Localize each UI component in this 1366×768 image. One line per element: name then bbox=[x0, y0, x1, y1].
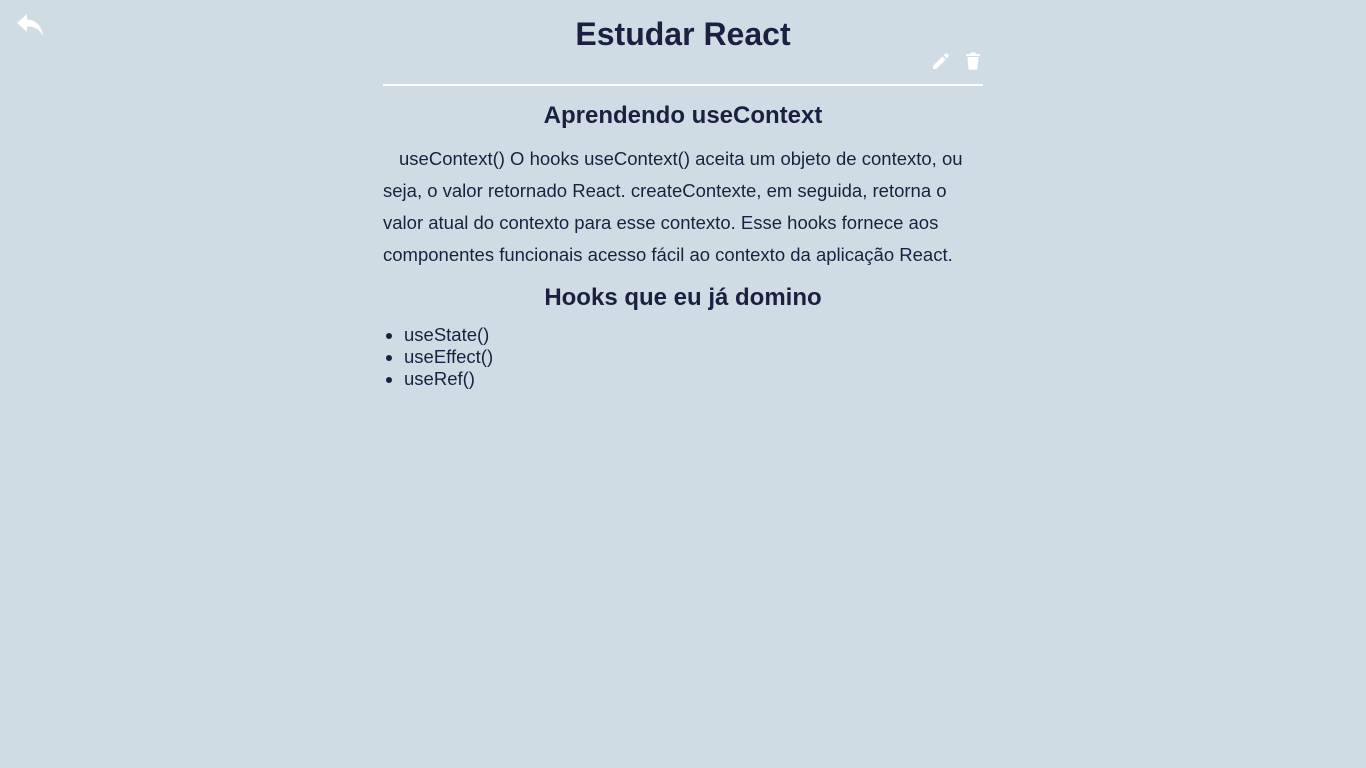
hooks-heading: Hooks que eu já domino bbox=[544, 284, 822, 311]
page-title: Estudar React bbox=[575, 16, 791, 52]
hooks-list: useState() useEffect() useRef() bbox=[383, 324, 493, 390]
reply-arrow-icon bbox=[16, 12, 44, 38]
title-divider bbox=[383, 84, 983, 86]
edit-button[interactable] bbox=[931, 51, 951, 76]
list-item: useState() bbox=[404, 324, 493, 346]
pencil-icon bbox=[931, 51, 951, 76]
note-container: Estudar React Aprendendo useContext useC… bbox=[383, 0, 983, 389]
note-actions bbox=[931, 51, 983, 76]
list-item: useEffect() bbox=[404, 346, 493, 368]
note-heading: Aprendendo useContext bbox=[543, 102, 823, 129]
trash-icon bbox=[965, 52, 981, 75]
note-body: useContext() O hooks useContext() aceita… bbox=[383, 148, 963, 265]
back-button[interactable] bbox=[16, 12, 44, 38]
delete-button[interactable] bbox=[963, 52, 983, 75]
list-item: useRef() bbox=[404, 368, 493, 390]
